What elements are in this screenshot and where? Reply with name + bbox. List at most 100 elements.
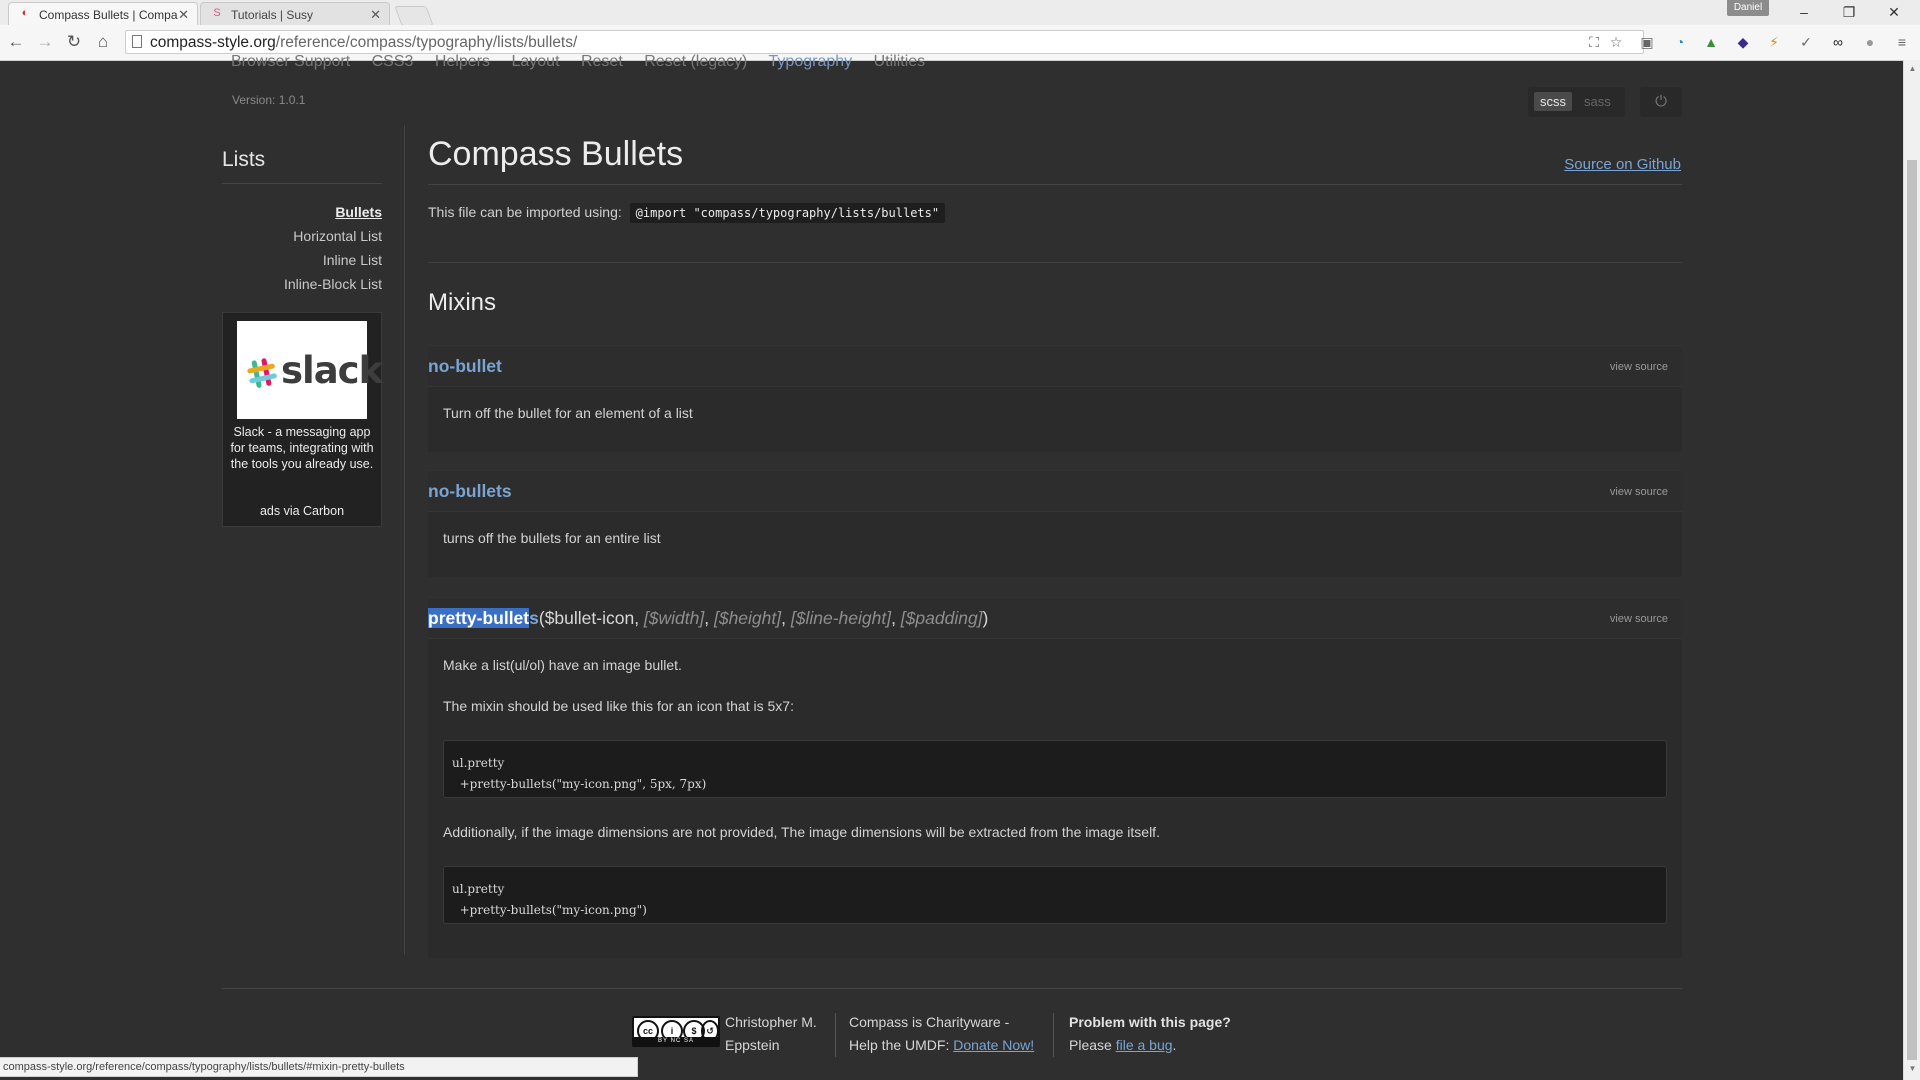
rss-icon[interactable]: ⚡ <box>1765 33 1783 51</box>
view-source-link[interactable]: view source <box>1610 613 1668 625</box>
import-text: This file can be imported using: <box>428 204 622 220</box>
address-bar[interactable]: compass-style.org/reference/compass/typo… <box>125 30 1644 54</box>
charity-line: Compass is Charityware - <box>849 1014 1010 1030</box>
sidebar-divider <box>404 125 405 955</box>
mixin-name[interactable]: no-bullets <box>428 481 512 502</box>
import-line: This file can be imported using: @import… <box>428 203 946 223</box>
footer-divider <box>222 988 1682 989</box>
code-example: ul.pretty +pretty-bullets("my-icon.png",… <box>443 740 1667 798</box>
optional-arg: [$width] <box>643 608 705 628</box>
version-label: Version: 1.0.1 <box>232 93 306 107</box>
minimize-icon[interactable]: – <box>1781 0 1827 24</box>
mixin-name-rest[interactable]: s <box>529 608 539 628</box>
syntax-toggle: scss sass <box>1528 87 1625 117</box>
charityware: Compass is Charityware - Help the UMDF: … <box>849 1011 1034 1057</box>
optional-arg: [$padding] <box>900 608 983 628</box>
nav-layout[interactable]: Layout <box>511 53 559 70</box>
mixin-no-bullets: no-bullets view source turns off the bul… <box>428 470 1682 577</box>
footer-separator <box>835 1013 836 1057</box>
ad-via-carbon[interactable]: ads via Carbon <box>227 504 377 518</box>
reload-icon[interactable]: ↻ <box>63 31 85 53</box>
extension-icon[interactable]: ◆ <box>1734 33 1752 51</box>
nav-reset-legacy[interactable]: Reset (legacy) <box>644 53 747 70</box>
check-icon[interactable]: ✓ <box>1797 33 1815 51</box>
nav-reset[interactable]: Reset <box>581 53 623 70</box>
mixin-description: Make a list(ul/ol) have an image bullet. <box>443 657 682 673</box>
mixin-additional-text: Additionally, if the image dimensions ar… <box>443 824 1160 840</box>
carbon-ad[interactable]: slack Slack - a messaging app for teams,… <box>222 312 383 527</box>
code-line: +pretty-bullets("my-icon.png", 5px, 7px) <box>452 777 707 791</box>
sass-option[interactable]: sass <box>1584 94 1611 109</box>
sidebar-link-inline-block-list[interactable]: Inline-Block List <box>284 276 382 292</box>
scroll-thumb[interactable] <box>1907 160 1917 1060</box>
power-icon[interactable]: ⏻ <box>1640 87 1682 117</box>
tab-compass-bullets[interactable]: ◐ Compass Bullets | Compa ✕ <box>8 2 198 25</box>
optional-arg: [$line-height] <box>790 608 892 628</box>
nav-typography[interactable]: Typography <box>769 53 853 70</box>
star-icon[interactable]: ☆ <box>1607 33 1625 51</box>
nav-utilities[interactable]: Utilities <box>874 53 926 70</box>
donate-link[interactable]: Donate Now! <box>953 1037 1034 1053</box>
sidebar-link-horizontal-list[interactable]: Horizontal List <box>293 228 382 244</box>
slack-wordmark: slack <box>281 349 383 392</box>
sidebar-title-rule <box>222 183 382 184</box>
ad-text[interactable]: Slack - a messaging app for teams, integ… <box>227 424 377 472</box>
problem-title: Problem with this page? <box>1069 1014 1231 1030</box>
mask-icon[interactable]: ∞ <box>1829 33 1847 51</box>
code-line: ul.pretty <box>452 756 505 770</box>
section-divider <box>428 262 1682 263</box>
sidebar-title: Lists <box>222 148 266 171</box>
restore-icon[interactable]: ❐ <box>1826 0 1872 24</box>
required-arg: $bullet-icon <box>544 608 635 628</box>
nav-css3[interactable]: CSS3 <box>372 53 414 70</box>
file-bug-link[interactable]: file a bug <box>1116 1037 1173 1053</box>
extension-icon[interactable]: ▣ <box>1638 33 1656 51</box>
charity-prefix: Help the UMDF: <box>849 1037 950 1053</box>
mixin-name[interactable]: no-bullet <box>428 356 502 377</box>
extension-icon[interactable]: ● <box>1861 33 1879 51</box>
page-title: Compass Bullets <box>428 135 684 173</box>
view-source-link[interactable]: view source <box>1610 486 1668 498</box>
mixin-header: no-bullet view source <box>428 346 1682 387</box>
translate-icon[interactable]: ⛶ <box>1585 33 1603 51</box>
mixin-name-selected[interactable]: pretty-bullet <box>428 608 530 628</box>
profile-badge[interactable]: Daniel <box>1727 0 1769 16</box>
close-window-icon[interactable]: ✕ <box>1871 0 1917 24</box>
status-bar-url: compass-style.org/reference/compass/typo… <box>0 1057 638 1077</box>
url-host: compass-style.org <box>150 34 276 51</box>
new-tab-button[interactable] <box>394 6 434 26</box>
sidebar-link-inline-list[interactable]: Inline List <box>323 252 382 268</box>
page-icon <box>132 35 142 48</box>
back-icon[interactable]: ← <box>5 31 27 53</box>
creative-commons-badge[interactable]: cc i $ ↺ BY NC SA <box>632 1016 720 1047</box>
code-line: ul.pretty <box>452 882 505 896</box>
mixin-description: Turn off the bullet for an element of a … <box>443 405 693 421</box>
title-divider <box>428 184 1682 185</box>
scss-option[interactable]: scss <box>1534 92 1572 111</box>
view-source-link[interactable]: view source <box>1610 361 1668 373</box>
extension-icon[interactable]: ◔ <box>1671 33 1689 51</box>
tab-susy-tutorials[interactable]: S Tutorials | Susy ✕ <box>200 2 390 25</box>
url-path: /reference/compass/typography/lists/bull… <box>275 34 578 51</box>
close-tab-icon[interactable]: ✕ <box>370 7 381 23</box>
scroll-down-icon[interactable]: ▼ <box>1904 1064 1920 1073</box>
mixin-signature: pretty-bullets($bullet-icon, [$width], [… <box>428 608 989 628</box>
author: Christopher M. Eppstein <box>725 1011 817 1057</box>
page-scrollbar[interactable]: ▲ ▼ <box>1903 60 1920 1080</box>
mixin-usage-text: The mixin should be used like this for a… <box>443 698 794 714</box>
scroll-up-icon[interactable]: ▲ <box>1904 64 1920 73</box>
slack-logo[interactable]: slack <box>237 321 383 419</box>
chart-icon[interactable]: ▲ <box>1702 33 1720 51</box>
forward-icon[interactable]: → <box>34 31 56 53</box>
susy-icon: S <box>213 7 221 19</box>
problem-suffix: . <box>1172 1037 1177 1053</box>
code-line: +pretty-bullets("my-icon.png") <box>452 903 647 917</box>
nav-browser-support[interactable]: Browser Support <box>231 53 350 70</box>
home-icon[interactable]: ⌂ <box>92 31 114 53</box>
sidebar-link-bullets[interactable]: Bullets <box>335 204 382 220</box>
menu-icon[interactable]: ≡ <box>1893 33 1911 51</box>
args-close: ) <box>982 608 989 628</box>
close-tab-icon[interactable]: ✕ <box>178 7 189 23</box>
nav-helpers[interactable]: Helpers <box>435 53 490 70</box>
source-on-github-link[interactable]: Source on Github <box>1564 156 1681 173</box>
